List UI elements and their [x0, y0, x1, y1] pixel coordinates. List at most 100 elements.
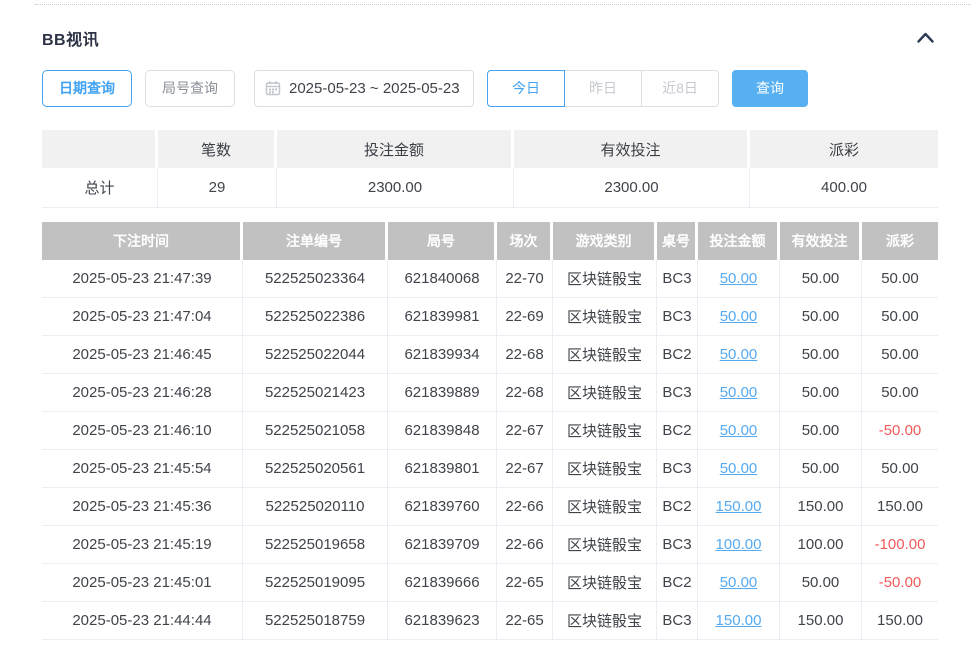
summary-total-bet-amount: 2300.00	[277, 168, 514, 208]
valid-bet-cell: 150.00	[780, 488, 862, 526]
bet-row: 2025-05-23 21:45:54522525020561621839801…	[42, 450, 938, 488]
payout-cell: 50.00	[862, 336, 938, 374]
round-id-cell: 621839934	[388, 336, 497, 374]
bets-header-game-type: 游戏类别	[553, 222, 657, 260]
bet-row: 2025-05-23 21:44:44522525018759621839623…	[42, 602, 938, 640]
payout-cell: -50.00	[862, 564, 938, 602]
payout-cell: -100.00	[862, 526, 938, 564]
bet-time-cell: 2025-05-23 21:45:01	[42, 564, 243, 602]
bet-amount-link[interactable]: 50.00	[720, 422, 758, 439]
summary-header-row: 笔数 投注金额 有效投注 派彩	[42, 130, 938, 168]
bets-table-body: 2025-05-23 21:47:39522525023364621840068…	[42, 260, 938, 640]
payout-cell: 50.00	[862, 450, 938, 488]
session-cell: 22-66	[497, 488, 553, 526]
session-cell: 22-67	[497, 412, 553, 450]
bet-amount-link[interactable]: 150.00	[716, 498, 762, 515]
round-id-cell: 621839623	[388, 602, 497, 640]
bet-id-cell: 522525022044	[243, 336, 388, 374]
date-query-tab[interactable]: 日期查询	[42, 70, 132, 107]
round-id-cell: 621839981	[388, 298, 497, 336]
game-type-cell: 区块链骰宝	[553, 336, 657, 374]
quick-today-button[interactable]: 今日	[487, 70, 565, 107]
bet-amount-cell: 50.00	[698, 260, 780, 298]
game-type-cell: 区块链骰宝	[553, 564, 657, 602]
payout-cell: 150.00	[862, 602, 938, 640]
dotted-divider	[35, 4, 971, 5]
round-id-cell: 621839760	[388, 488, 497, 526]
bet-id-cell: 522525020110	[243, 488, 388, 526]
collapse-button[interactable]	[913, 30, 938, 45]
valid-bet-cell: 100.00	[780, 526, 862, 564]
bet-amount-cell: 50.00	[698, 564, 780, 602]
bet-amount-cell: 150.00	[698, 602, 780, 640]
game-type-cell: 区块链骰宝	[553, 260, 657, 298]
table-no-cell: BC2	[657, 336, 698, 374]
bet-id-cell: 522525021423	[243, 374, 388, 412]
calendar-icon	[265, 80, 281, 96]
bet-amount-link[interactable]: 50.00	[720, 460, 758, 477]
bet-time-cell: 2025-05-23 21:46:10	[42, 412, 243, 450]
filter-toolbar: 日期查询 局号查询 2025-05-23 ~ 2025-05-23 今日	[42, 69, 938, 107]
round-id-cell: 621840068	[388, 260, 497, 298]
section-title: BB视讯	[42, 26, 99, 50]
valid-bet-cell: 50.00	[780, 298, 862, 336]
bet-row: 2025-05-23 21:45:19522525019658621839709…	[42, 526, 938, 564]
bets-header-time: 下注时间	[42, 222, 243, 260]
bet-amount-link[interactable]: 100.00	[716, 536, 762, 553]
bet-amount-link[interactable]: 50.00	[720, 384, 758, 401]
game-type-cell: 区块链骰宝	[553, 412, 657, 450]
quick-last8days-button[interactable]: 近8日	[641, 70, 719, 107]
valid-bet-cell: 50.00	[780, 412, 862, 450]
summary-header-valid-bet: 有效投注	[514, 130, 750, 168]
bet-row: 2025-05-23 21:47:04522525022386621839981…	[42, 298, 938, 336]
bet-amount-link[interactable]: 50.00	[720, 308, 758, 325]
bet-id-cell: 522525022386	[243, 298, 388, 336]
bet-amount-cell: 50.00	[698, 412, 780, 450]
bet-id-cell: 522525023364	[243, 260, 388, 298]
bet-amount-link[interactable]: 50.00	[720, 346, 758, 363]
bet-amount-link[interactable]: 150.00	[716, 612, 762, 629]
table-no-cell: BC2	[657, 488, 698, 526]
valid-bet-cell: 50.00	[780, 336, 862, 374]
game-type-cell: 区块链骰宝	[553, 488, 657, 526]
summary-header-bet-amount: 投注金额	[277, 130, 514, 168]
bet-time-cell: 2025-05-23 21:46:45	[42, 336, 243, 374]
session-cell: 22-68	[497, 336, 553, 374]
bet-time-cell: 2025-05-23 21:45:54	[42, 450, 243, 488]
bet-amount-cell: 50.00	[698, 374, 780, 412]
payout-cell: 50.00	[862, 374, 938, 412]
round-query-tab[interactable]: 局号查询	[145, 70, 235, 107]
session-cell: 22-69	[497, 298, 553, 336]
bets-header-round-id: 局号	[388, 222, 497, 260]
bets-header-bet-amount: 投注金额	[698, 222, 780, 260]
bet-row: 2025-05-23 21:46:28522525021423621839889…	[42, 374, 938, 412]
summary-header-blank	[42, 130, 158, 168]
valid-bet-cell: 50.00	[780, 450, 862, 488]
table-no-cell: BC3	[657, 374, 698, 412]
bet-time-cell: 2025-05-23 21:47:39	[42, 260, 243, 298]
game-type-cell: 区块链骰宝	[553, 526, 657, 564]
valid-bet-cell: 50.00	[780, 374, 862, 412]
bet-row: 2025-05-23 21:46:10522525021058621839848…	[42, 412, 938, 450]
bets-header-row: 下注时间 注单编号 局号 场次 游戏类别 桌号 投注金额 有效投注 派彩	[42, 222, 938, 260]
table-no-cell: BC3	[657, 450, 698, 488]
bet-time-cell: 2025-05-23 21:45:36	[42, 488, 243, 526]
bet-amount-link[interactable]: 50.00	[720, 270, 758, 287]
search-button[interactable]: 查询	[732, 70, 808, 107]
summary-total-label: 总计	[42, 168, 158, 208]
bets-header-bet-id: 注单编号	[243, 222, 388, 260]
bet-amount-cell: 150.00	[698, 488, 780, 526]
round-id-cell: 621839666	[388, 564, 497, 602]
bet-id-cell: 522525018759	[243, 602, 388, 640]
summary-table: 笔数 投注金额 有效投注 派彩 总计 29 2300.00 2300.00 40…	[42, 130, 938, 208]
round-id-cell: 621839848	[388, 412, 497, 450]
session-cell: 22-65	[497, 602, 553, 640]
date-range-input[interactable]: 2025-05-23 ~ 2025-05-23	[254, 70, 474, 107]
bet-amount-link[interactable]: 50.00	[720, 574, 758, 591]
session-cell: 22-67	[497, 450, 553, 488]
quick-yesterday-button[interactable]: 昨日	[564, 70, 642, 107]
quick-range-group: 今日 昨日 近8日	[487, 70, 719, 107]
bets-header-table-no: 桌号	[657, 222, 698, 260]
payout-cell: 150.00	[862, 488, 938, 526]
bet-row: 2025-05-23 21:46:45522525022044621839934…	[42, 336, 938, 374]
